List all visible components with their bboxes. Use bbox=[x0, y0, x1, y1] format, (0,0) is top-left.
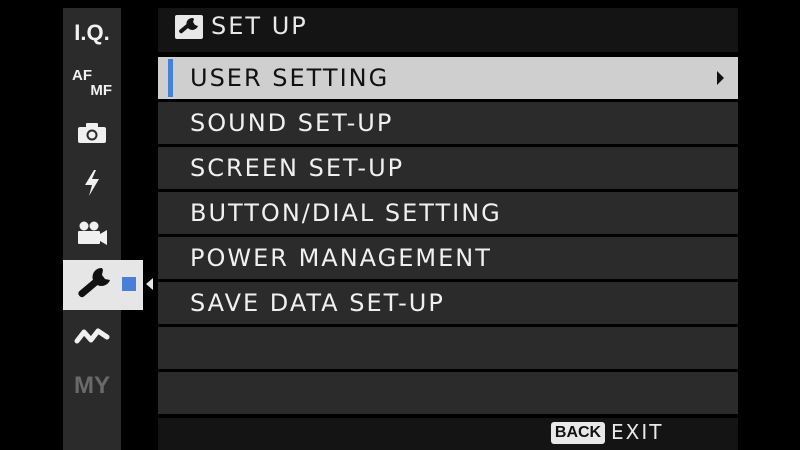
tab-connection[interactable] bbox=[63, 311, 121, 361]
tab-camera[interactable] bbox=[63, 108, 121, 158]
back-button-badge[interactable]: BACK bbox=[551, 422, 605, 444]
wrench-icon bbox=[78, 267, 110, 298]
menu-item-screen-setup[interactable]: SCREEN SET-UP bbox=[158, 147, 738, 189]
menu-item-user-setting[interactable]: USER SETTING bbox=[158, 57, 738, 99]
tab-af-mf[interactable]: AF MF bbox=[63, 58, 121, 108]
active-tab-marker bbox=[122, 277, 136, 291]
my-menu-icon: MY bbox=[74, 372, 110, 399]
movie-camera-icon bbox=[78, 221, 107, 245]
af-mf-icon: AF MF bbox=[72, 68, 112, 98]
tab-my-menu[interactable]: MY bbox=[63, 361, 121, 411]
menu-item-label: USER SETTING bbox=[190, 64, 390, 92]
menu-item-label: SOUND SET-UP bbox=[190, 109, 394, 137]
page-title: SET UP bbox=[211, 12, 308, 40]
menu-item-save-data-setup[interactable]: SAVE DATA SET-UP bbox=[158, 282, 738, 324]
menu-item-power-management[interactable]: POWER MANAGEMENT bbox=[158, 237, 738, 279]
af-mf-part: MF bbox=[90, 82, 112, 99]
camera-icon bbox=[78, 123, 106, 143]
tab-iq[interactable]: I.Q. bbox=[63, 8, 121, 58]
menu-item-label: SAVE DATA SET-UP bbox=[190, 289, 445, 317]
connection-icon bbox=[74, 328, 110, 344]
menu-item-empty bbox=[158, 372, 738, 414]
tab-movie[interactable] bbox=[63, 208, 121, 258]
flash-icon bbox=[85, 170, 99, 196]
menu-item-button-dial-setting[interactable]: BUTTON/DIAL SETTING bbox=[158, 192, 738, 234]
menu-item-label: POWER MANAGEMENT bbox=[190, 244, 492, 272]
menu-item-empty bbox=[158, 327, 738, 369]
chevron-right-icon bbox=[717, 71, 724, 85]
tab-flash[interactable] bbox=[63, 158, 121, 208]
camera-menu-screen: I.Q. AF MF MY SET UP USER SETTING SOUND … bbox=[0, 0, 800, 450]
af-mf-part: AF bbox=[72, 67, 92, 84]
tab-setup[interactable] bbox=[72, 264, 116, 310]
menu-item-sound-setup[interactable]: SOUND SET-UP bbox=[158, 102, 738, 144]
wrench-icon bbox=[175, 15, 203, 39]
menu-item-label: BUTTON/DIAL SETTING bbox=[190, 199, 502, 227]
menu-list: USER SETTING SOUND SET-UP SCREEN SET-UP … bbox=[158, 57, 738, 417]
iq-icon: I.Q. bbox=[74, 20, 110, 45]
exit-label: EXIT bbox=[611, 420, 664, 444]
menu-item-label: SCREEN SET-UP bbox=[190, 154, 405, 182]
tab-pointer bbox=[146, 278, 153, 290]
